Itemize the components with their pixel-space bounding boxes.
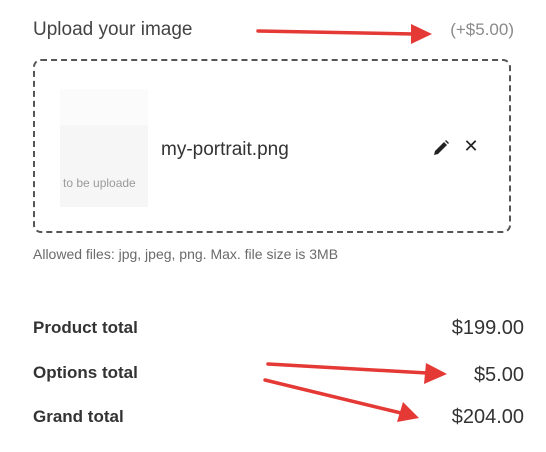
pencil-icon[interactable] xyxy=(432,139,450,157)
thumbnail-highlight xyxy=(60,89,148,125)
image-thumbnail: to be uploade xyxy=(60,89,148,207)
upload-price: (+$5.00) xyxy=(450,20,514,39)
image-dropzone[interactable]: to be uploade my-portrait.png ✕ xyxy=(33,59,511,233)
options-total-value: $5.00 xyxy=(473,364,524,386)
product-total-label: Product total xyxy=(33,318,138,337)
pencil-icon-graphic xyxy=(434,140,449,155)
grand-total-value: $204.00 xyxy=(451,406,524,428)
arrow-to-grand-total xyxy=(263,378,419,422)
arrow-to-upload-price xyxy=(256,24,432,44)
arrow-to-options-total xyxy=(266,362,447,384)
thumbnail-text: to be uploade xyxy=(63,176,136,190)
product-total-value: $199.00 xyxy=(451,317,524,339)
close-icon[interactable]: ✕ xyxy=(462,137,480,155)
uploaded-file-name: my-portrait.png xyxy=(161,139,289,160)
options-total-label: Options total xyxy=(33,363,138,382)
allowed-files-note: Allowed files: jpg, jpeg, png. Max. file… xyxy=(33,246,339,262)
grand-total-label: Grand total xyxy=(33,407,124,426)
upload-image-label: Upload your image xyxy=(33,19,193,40)
